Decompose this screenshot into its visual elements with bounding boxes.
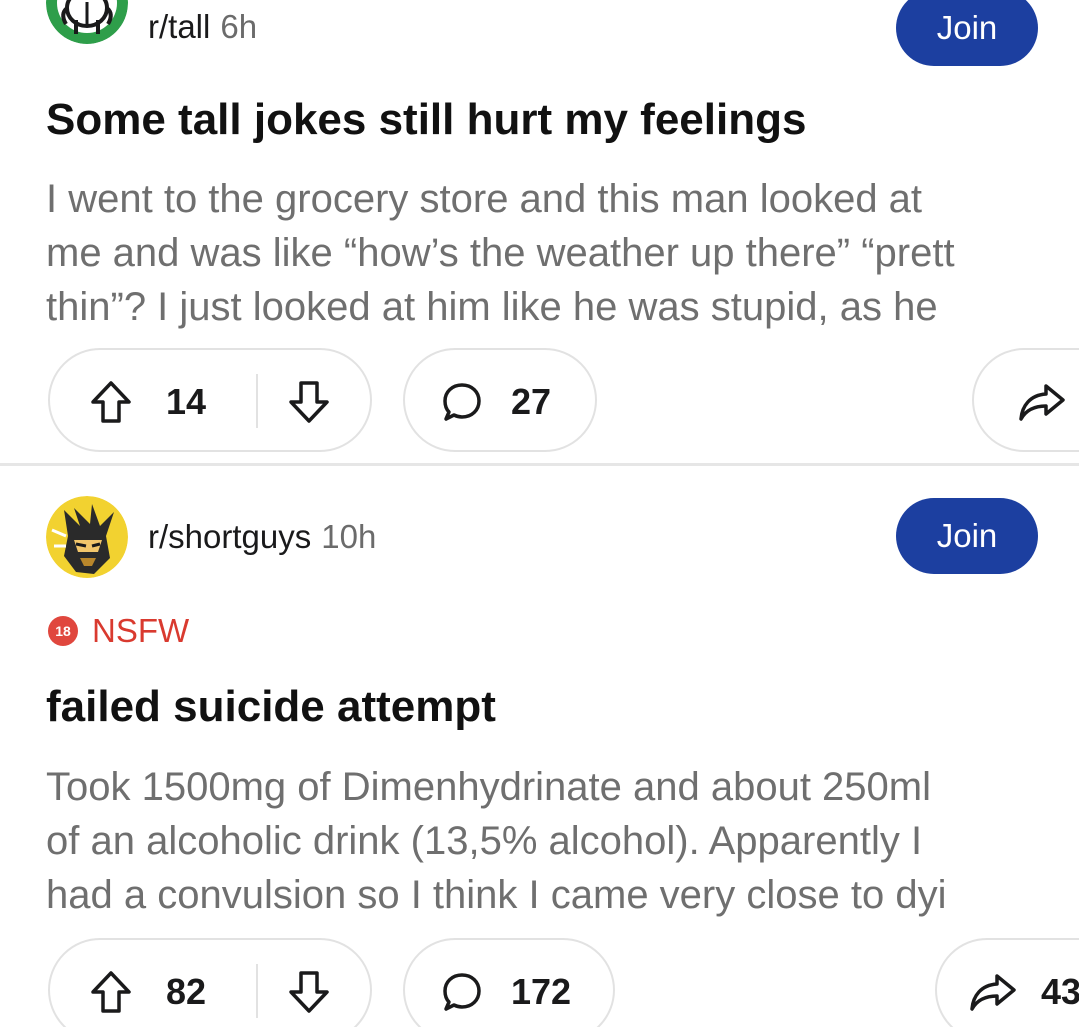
comments-button[interactable]: 27 [403, 348, 597, 452]
share-button[interactable]: 43 [935, 938, 1079, 1027]
comment-count: 172 [511, 971, 572, 1012]
nsfw-label: NSFW [92, 612, 190, 649]
share-arrow-icon [1019, 384, 1065, 421]
post-title[interactable]: Some tall jokes still hurt my feelings [46, 95, 806, 145]
post-age: 6h [220, 8, 258, 45]
vote-bar: 14 [48, 348, 372, 452]
vote-divider [256, 964, 258, 1018]
subreddit-name[interactable]: r/shortguys [148, 518, 311, 555]
upvote-count: 14 [166, 381, 207, 422]
comment-count: 27 [511, 381, 552, 422]
post-body-line: I went to the grocery store and this man… [46, 177, 923, 221]
downvote-icon[interactable] [288, 380, 330, 424]
upvote-icon[interactable] [90, 970, 132, 1014]
vote-divider [256, 374, 258, 428]
comment-bubble-icon [443, 383, 481, 421]
reddit-feed: r/tall 6h Join Some tall jokes still hurt… [0, 0, 1079, 1027]
post-body-line: Took 1500mg of Dimenhydrinate and about … [46, 765, 931, 809]
upvote-icon[interactable] [90, 380, 132, 424]
post-body[interactable]: I went to the grocery store and this man… [46, 172, 1079, 334]
post-body-line: of an alcoholic drink (13,5% alcohol). A… [46, 819, 923, 863]
subreddit-avatar-icon[interactable] [46, 496, 128, 578]
post-body-line: thin”? I just looked at him like he was … [46, 285, 938, 329]
comment-bubble-icon [443, 973, 481, 1011]
vote-bar: 82 [48, 938, 372, 1027]
subreddit-name[interactable]: r/tall [148, 8, 210, 45]
feed-post[interactable]: r/shortguys 10h Join 18 NSFW failed suici… [0, 466, 1079, 1027]
share-count: 43 [1041, 971, 1079, 1012]
subreddit-avatar-icon[interactable] [46, 0, 128, 44]
comic-character-avatar-icon [46, 496, 128, 578]
feed-post[interactable]: r/tall 6h Join Some tall jokes still hurt… [0, 0, 1079, 464]
downvote-icon[interactable] [288, 970, 330, 1014]
post-age: 10h [321, 518, 377, 555]
post-body-line: had a convulsion so I think I came very … [46, 873, 947, 917]
join-button[interactable]: Join [896, 498, 1038, 574]
post-meta: r/shortguys 10h [148, 518, 376, 556]
share-button[interactable] [972, 348, 1079, 452]
comments-button[interactable]: 172 [403, 938, 615, 1027]
post-meta: r/tall 6h [148, 8, 257, 46]
upvote-count: 82 [166, 971, 207, 1012]
post-body-line: me and was like “how’s the weather up th… [46, 231, 955, 275]
post-title[interactable]: failed suicide attempt [46, 682, 496, 732]
reddit-snoo-avatar-icon [46, 0, 128, 44]
post-body[interactable]: Took 1500mg of Dimenhydrinate and about … [46, 760, 1079, 922]
share-arrow-icon [970, 974, 1016, 1011]
age-18-badge-icon: 18 [48, 616, 78, 646]
join-button[interactable]: Join [896, 0, 1038, 66]
